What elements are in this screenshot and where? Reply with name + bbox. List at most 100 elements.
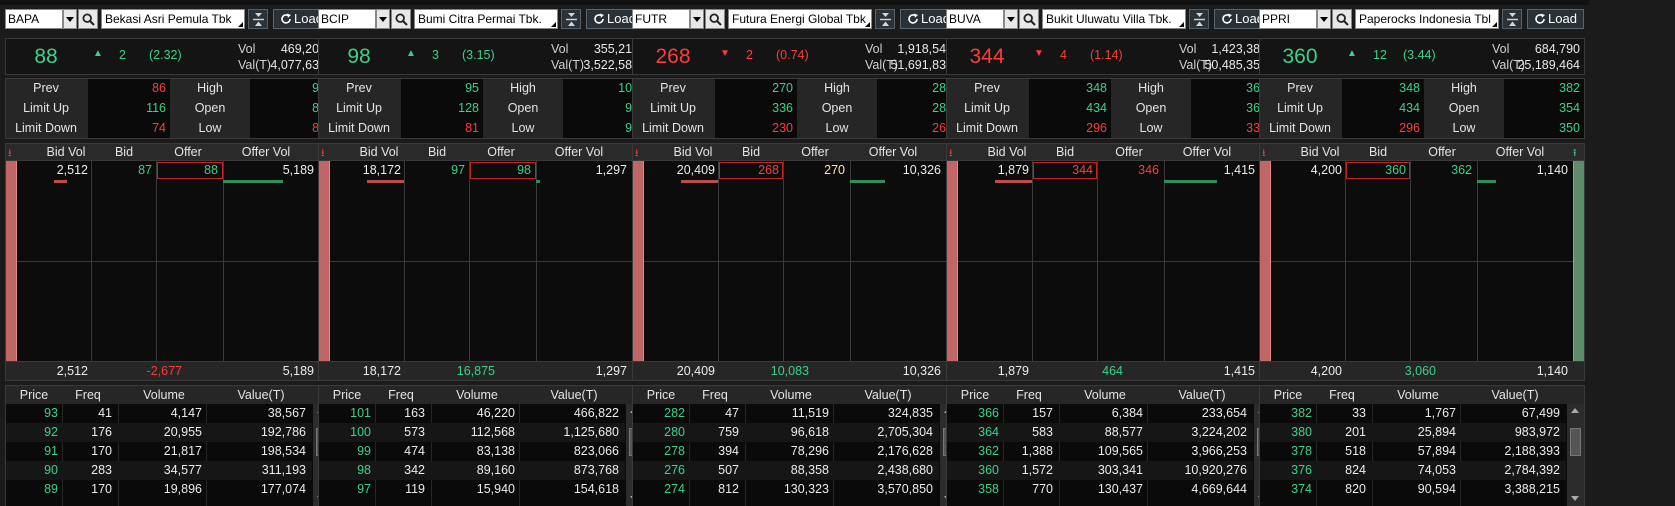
trade-row[interactable]: 358 770 130,437 4,669,644: [947, 480, 1253, 499]
high-label: High: [197, 81, 223, 95]
price-change: 3: [432, 48, 439, 62]
order-book-row[interactable]: 18,172 97 98 1,297: [319, 163, 643, 179]
bid-vol-cell: 4,200: [1310, 163, 1342, 177]
trade-row[interactable]: 278 394 78,296 2,176,628: [633, 442, 939, 461]
spread-toggle-button[interactable]: [561, 9, 581, 29]
offer-cell: 270: [824, 163, 845, 177]
bid-header: Bid: [1055, 145, 1075, 159]
stock-name-field[interactable]: Bukit Uluwatu Villa Tbk.: [1042, 9, 1186, 29]
stats-row: Limit Up 128 Open 98: [319, 99, 643, 119]
stock-code-input[interactable]: PPRI: [1259, 9, 1317, 29]
trade-row[interactable]: 378 518 57,894 2,188,393: [1260, 442, 1566, 461]
trade-row[interactable]: 97 119 15,940 154,618: [319, 480, 625, 499]
expand-collapse-icon: [253, 13, 264, 26]
stock-code-input[interactable]: FUTR: [632, 9, 690, 29]
trade-row[interactable]: 89 170 19,896 177,074: [6, 480, 312, 499]
bid-cell: 268: [758, 163, 779, 177]
stock-code-input[interactable]: BCIP: [318, 9, 376, 29]
high-value: 382: [1559, 81, 1580, 95]
bid-header: Bid: [1368, 145, 1388, 159]
order-book-row[interactable]: 20,409 268 270 10,326: [633, 163, 957, 179]
spread-toggle-button[interactable]: [1189, 9, 1209, 29]
trade-row[interactable]: 362 1,388 109,565 3,966,253: [947, 442, 1253, 461]
search-button[interactable]: [391, 9, 411, 29]
price-header: Price: [960, 388, 990, 402]
order-book: ⭳ Bid Vol Bid Offer Offer Vol ⭱ 4,200 36…: [1259, 143, 1585, 381]
net-volume: 16,875: [456, 364, 495, 378]
value-header: Value(T): [237, 388, 285, 402]
trade-row[interactable]: 366 157 6,384 233,654: [947, 404, 1253, 423]
stock-code-input[interactable]: BAPA: [5, 9, 63, 29]
refresh-icon: [281, 13, 291, 24]
stock-name-field[interactable]: Bekasi Asri Pemula Tbk: [101, 9, 245, 29]
search-button[interactable]: [705, 9, 725, 29]
trade-row[interactable]: 282 47 11,519 324,835: [633, 404, 939, 423]
offer-vol-cell: 1,297: [595, 163, 627, 177]
spread-toggle-button[interactable]: [1502, 9, 1522, 29]
trade-row[interactable]: 280 759 96,618 2,705,304: [633, 423, 939, 442]
order-book-totals: 2,512 -2,677 5,189: [6, 361, 330, 380]
chevron-down-icon[interactable]: [63, 9, 77, 29]
scroll-thumb[interactable]: [1570, 428, 1581, 456]
trade-row[interactable]: 90 283 34,577 311,193: [6, 461, 312, 480]
order-book-row[interactable]: 1,879 344 346 1,415: [947, 163, 1271, 179]
scroll-up-icon[interactable]: [1571, 408, 1579, 413]
spread-toggle-button[interactable]: [248, 9, 268, 29]
volume-cell: 83,138: [476, 444, 515, 458]
trade-row[interactable]: 274 812 130,323 3,570,850: [633, 480, 939, 499]
grid-line: [330, 261, 632, 262]
scroll-down-icon[interactable]: [1571, 496, 1579, 501]
trade-row[interactable]: 91 170 21,817 198,534: [6, 442, 312, 461]
trade-row[interactable]: 276 507 88,358 2,438,680: [633, 461, 939, 480]
order-book-row[interactable]: 2,512 87 88 5,189: [6, 163, 330, 179]
trade-row[interactable]: 364 583 88,577 3,224,202: [947, 423, 1253, 442]
spread-toggle-button[interactable]: [875, 9, 895, 29]
price-change-percent: (3.44): [1403, 48, 1436, 62]
trade-scrollbar[interactable]: [1567, 404, 1584, 506]
chevron-down-icon[interactable]: [376, 9, 390, 29]
trade-row[interactable]: 376 824 74,053 2,784,392: [1260, 461, 1566, 480]
trade-row[interactable]: 360 1,572 303,341 10,920,276: [947, 461, 1253, 480]
chevron-down-icon[interactable]: [1004, 9, 1018, 29]
offer-volume-bar: [223, 180, 283, 183]
stock-name-field[interactable]: Futura Energi Global Tbk: [728, 9, 872, 29]
chevron-down-icon[interactable]: [690, 9, 704, 29]
last-price: 360: [1282, 45, 1318, 68]
trade-row[interactable]: 374 820 90,594 3,388,215: [1260, 480, 1566, 499]
trade-row[interactable]: 100 573 112,568 1,125,680: [319, 423, 625, 442]
search-button[interactable]: [78, 9, 98, 29]
order-book: ⭳ Bid Vol Bid Offer Offer Vol ⭱ 20,409 2…: [632, 143, 958, 381]
search-button[interactable]: [1332, 9, 1352, 29]
low-label: Low: [511, 121, 535, 135]
limit-down-value: 296: [1086, 121, 1107, 135]
order-book-row[interactable]: 4,200 360 362 1,140: [1260, 163, 1584, 179]
volume-header: Volume: [1084, 388, 1126, 402]
trade-row[interactable]: 382 33 1,767 67,499: [1260, 404, 1566, 423]
trade-row[interactable]: 380 201 25,894 983,972: [1260, 423, 1566, 442]
trade-row[interactable]: 101 163 46,220 466,822: [319, 404, 625, 423]
stock-name-field[interactable]: Paperocks Indonesia Tbl: [1355, 9, 1499, 29]
high-label: High: [1451, 81, 1477, 95]
stock-code-input[interactable]: BUVA: [946, 9, 1004, 29]
panel-toolbar: FUTR Futura Energi Global Tbk Load: [627, 8, 962, 32]
open-label: Open: [1135, 101, 1167, 115]
trade-row[interactable]: 99 474 83,138 823,066: [319, 442, 625, 461]
bid-header: Bid: [114, 145, 134, 159]
trade-row[interactable]: 92 176 20,955 192,786: [6, 423, 312, 442]
value-cell: 873,768: [573, 463, 619, 477]
load-button[interactable]: Load: [1527, 9, 1584, 29]
volume-cell: 88,358: [790, 463, 829, 477]
search-button[interactable]: [1019, 9, 1039, 29]
order-book: ⭳ Bid Vol Bid Offer Offer Vol ⭱ 2,512 87…: [5, 143, 331, 381]
price-header: Price: [646, 388, 676, 402]
stats-row: Limit Down 230 Low 260: [633, 119, 957, 139]
trade-row[interactable]: 93 41 4,147 38,567: [6, 404, 312, 423]
offer-header: Offer: [1115, 145, 1143, 159]
offer-vol-header: Offer Vol: [1495, 145, 1545, 159]
chevron-down-icon[interactable]: [1317, 9, 1331, 29]
trade-row[interactable]: 98 342 89,160 873,768: [319, 461, 625, 480]
prev-label: Prev: [1287, 81, 1313, 95]
freq-cell: 170: [91, 482, 112, 496]
value-cell: 198,534: [260, 444, 306, 458]
stock-name-field[interactable]: Bumi Citra Permai Tbk.: [414, 9, 558, 29]
